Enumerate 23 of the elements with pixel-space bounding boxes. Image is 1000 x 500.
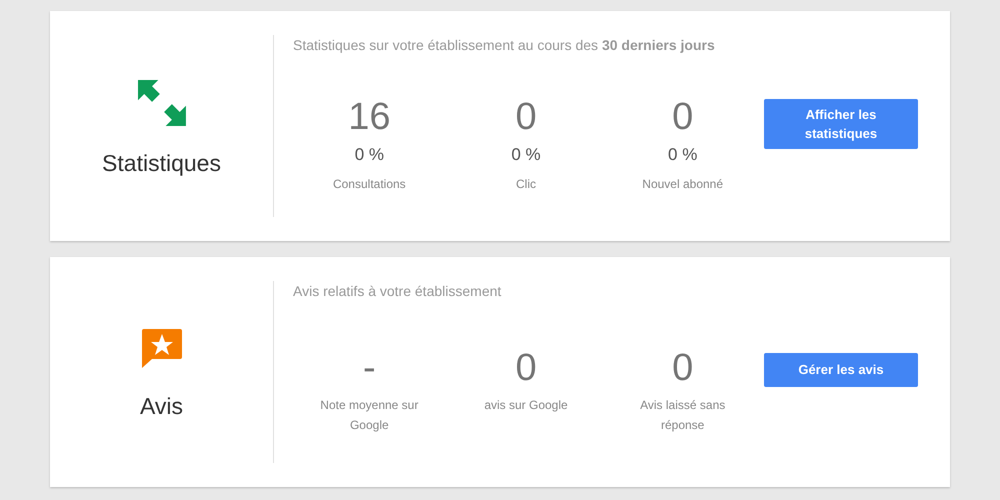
metric-value: 0 (672, 346, 694, 390)
action-button[interactable]: Afficher les statistiques (764, 98, 918, 148)
action-button[interactable]: Gérer les avis (764, 352, 918, 386)
metric-change: 0 % (511, 144, 541, 166)
card-title: Statistiques (102, 148, 221, 178)
review-star-icon (142, 328, 182, 369)
arrows-icon (138, 80, 186, 126)
metric-change: 0 % (354, 144, 384, 166)
card-heading: Avis relatifs à votre établissement (293, 282, 502, 301)
metric-label: Consultations (332, 176, 407, 192)
metric-change: 0 % (668, 144, 698, 166)
card-title: Avis (140, 392, 184, 421)
metric-label: Note moyenne sur Google (319, 396, 420, 434)
metric-value: 0 (672, 94, 694, 140)
metric-label: avis sur Google (483, 396, 569, 414)
card-heading: Statistiques sur votre établissement au cours des 30 derniers jours (293, 36, 716, 55)
metric-value: - (363, 346, 376, 390)
metric-label: Nouvel abonné (641, 176, 724, 192)
metric-value: 0 (515, 94, 537, 140)
metric-label: Avis laissé sans réponse (639, 396, 726, 434)
metric-value: 0 (515, 346, 537, 390)
metric-label: Clic (515, 176, 537, 192)
metric-value: 16 (348, 94, 390, 140)
